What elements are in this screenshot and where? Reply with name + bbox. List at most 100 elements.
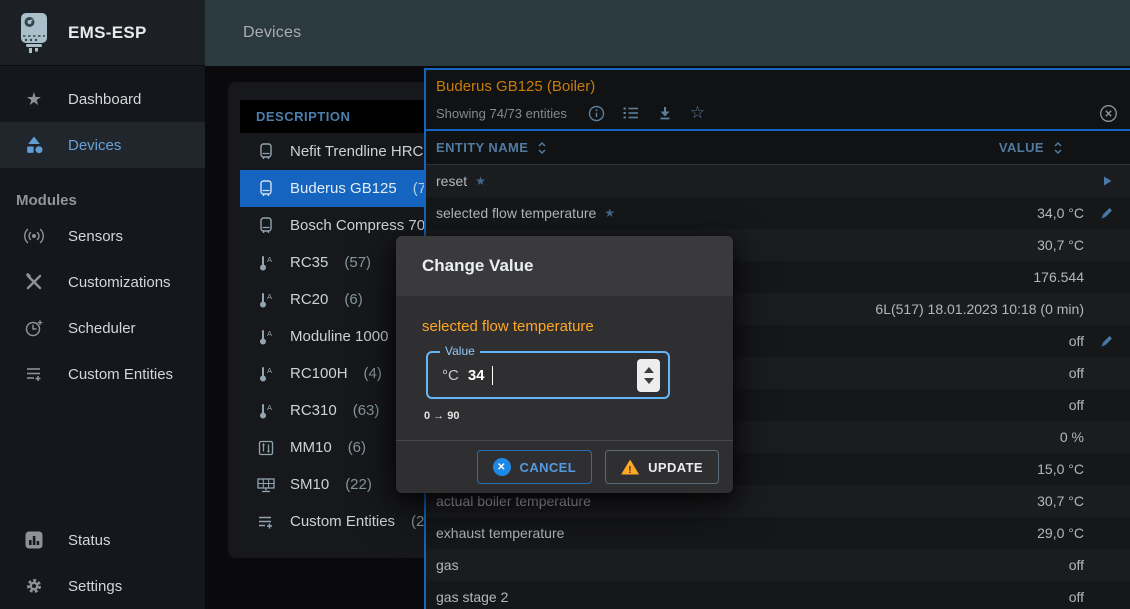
list-view-icon[interactable] (622, 105, 640, 121)
sidebar-item-customizations[interactable]: Customizations (0, 259, 205, 305)
sidebar-item-label: Status (68, 532, 111, 549)
update-button-label: UPDATE (648, 460, 703, 475)
run-command-icon[interactable] (1084, 174, 1130, 188)
thermostat-icon: A (256, 291, 276, 309)
step-down-icon[interactable] (644, 378, 654, 384)
entity-value: 30,7 °C (1037, 237, 1084, 253)
boiler-logo-icon (16, 12, 52, 54)
star-icon: ★ (22, 89, 46, 110)
entity-name: gas (436, 557, 459, 573)
svg-text:A: A (267, 366, 272, 375)
modules-section-label: Modules (16, 192, 205, 209)
thermostat-icon: A (256, 254, 276, 272)
svg-text:A: A (267, 329, 272, 338)
entity-value: off (1069, 333, 1084, 349)
boiler-icon (256, 180, 276, 198)
sidebar-item-devices[interactable]: Devices (0, 122, 205, 168)
update-button[interactable]: UPDATE (605, 450, 719, 484)
sidebar-item-settings[interactable]: Settings (0, 563, 205, 609)
dialog-entity-label: selected flow temperature (422, 318, 733, 335)
column-value[interactable]: VALUE (999, 140, 1044, 155)
table-row[interactable]: selected flow temperature ★ 34,0 °C (426, 197, 1130, 229)
unit-label: °C (442, 367, 459, 384)
sidebar-item-scheduler[interactable]: Scheduler (0, 305, 205, 351)
value-field-label: Value (440, 344, 480, 358)
showing-entities-text: Showing 74/73 entities (436, 106, 567, 121)
sidebar-item-dashboard[interactable]: ★ Dashboard (0, 76, 205, 122)
edit-icon[interactable] (1084, 333, 1130, 349)
sidebar: EMS-ESP ★ Dashboard Devices Modules Se (0, 0, 205, 609)
boiler-icon (256, 143, 276, 161)
sort-icon[interactable] (1052, 140, 1064, 156)
entity-value: 6L(517) 18.01.2023 10:18 (0 min) (875, 301, 1084, 317)
sensors-icon (22, 227, 46, 245)
mixer-module-icon (256, 439, 276, 457)
entity-name: actual boiler temperature (436, 493, 591, 509)
download-icon[interactable] (657, 105, 673, 121)
svg-text:A: A (267, 255, 272, 264)
table-row[interactable]: gas off (426, 549, 1130, 581)
sidebar-item-custom-entities[interactable]: Custom Entities (0, 351, 205, 397)
favorites-filter-icon[interactable]: ☆ (690, 103, 705, 123)
edit-icon[interactable] (1084, 205, 1130, 221)
entity-value: 34,0 °C (1037, 205, 1084, 221)
entity-value: 30,7 °C (1037, 493, 1084, 509)
entity-value: off (1069, 557, 1084, 573)
cancel-button[interactable]: ✕ CANCEL (477, 450, 593, 484)
sidebar-item-label: Dashboard (68, 91, 141, 108)
boiler-icon (256, 217, 276, 235)
thermostat-icon: A (256, 328, 276, 346)
value-range-hint: 0 → 90 (424, 410, 733, 422)
entity-name: selected flow temperature (436, 205, 596, 221)
solar-module-icon (256, 476, 276, 494)
dialog-header: Change Value (396, 236, 733, 296)
tools-icon (22, 272, 46, 292)
entity-table-header: ENTITY NAME VALUE (426, 131, 1130, 165)
entity-name: gas stage 2 (436, 589, 508, 605)
app-logo-strip: EMS-ESP (0, 0, 205, 66)
entity-name: reset (436, 173, 467, 189)
category-icon (22, 135, 46, 155)
page-title: Devices (243, 24, 301, 42)
entity-panel-toolbar: Showing 74/73 entities ☆ (426, 97, 1130, 131)
sidebar-item-label: Devices (68, 137, 121, 154)
app-header-bar: Devices (205, 0, 1130, 66)
entity-value: off (1069, 589, 1084, 605)
value-field[interactable]: Value °C (426, 351, 670, 399)
sidebar-item-status[interactable]: Status (0, 517, 205, 563)
change-value-dialog: Change Value selected flow temperature V… (396, 236, 733, 493)
app-title: EMS-ESP (68, 23, 147, 43)
info-icon[interactable] (588, 105, 605, 122)
dialog-footer: ✕ CANCEL UPDATE (396, 440, 733, 493)
entity-panel-title: Buderus GB125 (Boiler) (436, 78, 1130, 95)
close-panel-icon[interactable] (1099, 104, 1118, 123)
favorite-star-icon: ★ (604, 206, 615, 220)
value-input[interactable] (468, 367, 492, 384)
sidebar-item-sensors[interactable]: Sensors (0, 213, 205, 259)
warning-triangle-icon (621, 460, 639, 475)
sidebar-item-label: Scheduler (68, 320, 136, 337)
table-row[interactable]: exhaust temperature 29,0 °C (426, 517, 1130, 549)
thermostat-icon: A (256, 365, 276, 383)
step-up-icon[interactable] (644, 367, 654, 373)
sidebar-item-label: Settings (68, 578, 122, 595)
cancel-button-label: CANCEL (520, 460, 577, 475)
favorite-star-icon: ★ (475, 174, 486, 188)
gear-icon (22, 576, 46, 596)
entity-value: 15,0 °C (1037, 461, 1084, 477)
sort-icon[interactable] (536, 140, 548, 156)
list-plus-icon (22, 365, 46, 383)
value-stepper[interactable] (637, 359, 660, 392)
text-caret (492, 366, 494, 385)
column-entity-name[interactable]: ENTITY NAME (436, 140, 528, 155)
entity-value: 0 % (1060, 429, 1084, 445)
entity-value: off (1069, 365, 1084, 381)
table-row[interactable]: gas stage 2 off (426, 581, 1130, 609)
sidebar-item-label: Custom Entities (68, 366, 173, 383)
svg-text:A: A (267, 292, 272, 301)
entity-value: off (1069, 397, 1084, 413)
table-row[interactable]: reset ★ (426, 165, 1130, 197)
list-plus-icon (256, 513, 276, 531)
thermostat-icon: A (256, 402, 276, 420)
clock-plus-icon (22, 318, 46, 338)
